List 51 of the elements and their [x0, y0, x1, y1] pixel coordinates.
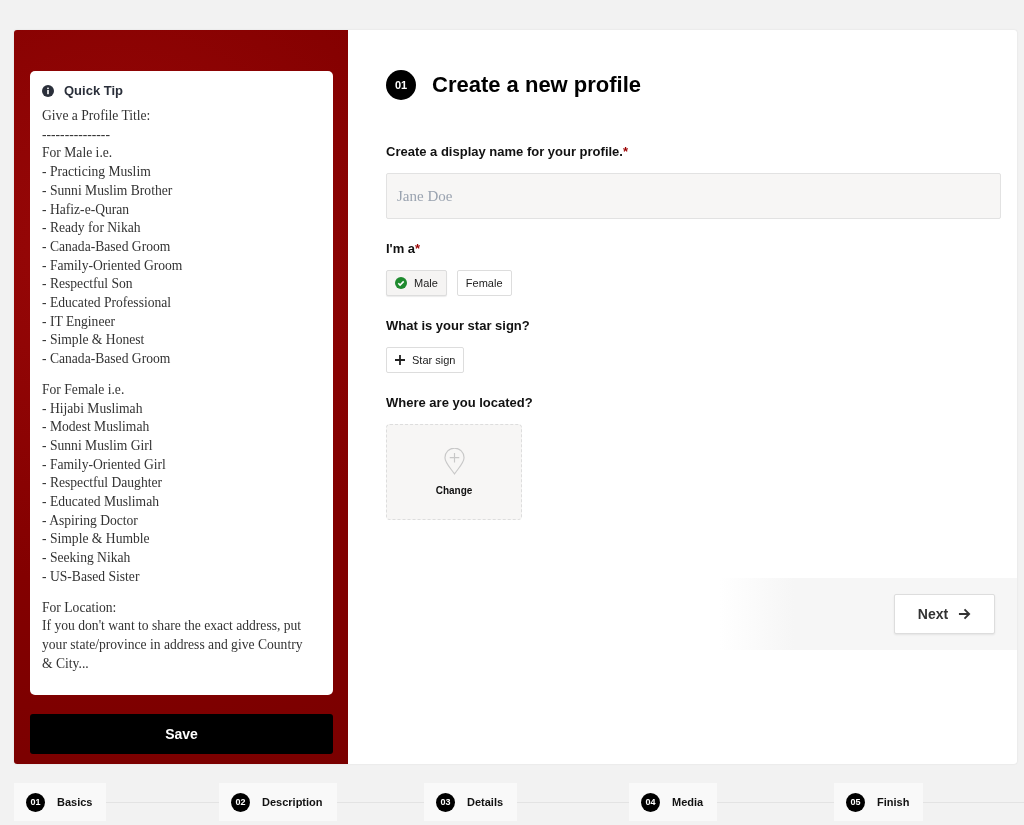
tip-text: For Male i.e. [42, 144, 114, 163]
field-label: Where are you located? [386, 395, 534, 410]
arrow-right-icon [958, 608, 972, 620]
tip-text: - Sunni Muslim Brother [42, 181, 174, 200]
next-button[interactable]: Next [894, 594, 995, 634]
step-tab[interactable]: 05 Finish [834, 783, 924, 821]
tip-text: - Aspiring Doctor [42, 511, 139, 530]
plus-icon [395, 355, 405, 365]
option-button[interactable]: Female [456, 270, 512, 296]
step-tab[interactable]: 01 Basics [14, 783, 107, 821]
tip-text: - Educated Muslimah [42, 493, 161, 512]
tip-text: - Simple & Honest [42, 331, 146, 350]
tip-text: - US-Based Sister [42, 567, 141, 586]
tip-text: - Educated Professional [42, 294, 173, 313]
step-number-badge: 01 [386, 70, 416, 100]
tip-title: Quick Tip [64, 83, 123, 98]
check-icon [395, 277, 407, 289]
tip-text: - Family-Oriented Girl [42, 455, 167, 474]
tip-text: - Canada-Based Groom [42, 237, 172, 256]
tip-text: For Female i.e. [42, 380, 126, 399]
field-label: Create a display name for your profile.* [386, 144, 630, 159]
tip-text: - Practicing Muslim [42, 163, 152, 182]
tip-text: - IT Engineer [42, 312, 116, 331]
page-title: Create a new profile [432, 72, 642, 98]
tip-text: - Sunni Muslim Girl [42, 436, 154, 455]
tip-text: - Seeking Nikah [42, 549, 132, 568]
tip-text: - Hafiz-e-Quran [42, 200, 131, 219]
tip-text: - Modest Muslimah [42, 418, 151, 437]
step-tab[interactable]: 04 Media [629, 783, 718, 821]
tip-text: - Ready for Nikah [42, 219, 142, 238]
field-label: I'm a* [386, 241, 422, 256]
field-label: What is your star sign? [386, 318, 531, 333]
tip-text: - Simple & Humble [42, 530, 151, 549]
location-button[interactable]: Change [386, 424, 522, 520]
map-pin-icon [443, 448, 465, 475]
tip-text: - Respectful Daughter [42, 474, 164, 493]
tip-text: If you don't want to share the exact address, put your state/province in address and give Country & City... [42, 617, 304, 673]
tip-text: For Location: [42, 598, 118, 617]
info-icon [42, 84, 54, 97]
display-name-field[interactable]: Jane Doe [386, 173, 1001, 219]
step-tab[interactable]: 02 Description [219, 783, 337, 821]
tip-text: Give a Profile Title: [42, 107, 152, 125]
step-tab[interactable]: 03 Details [424, 783, 518, 821]
tip-text: - Family-Oriented Groom [42, 256, 184, 275]
tip-text: - Hijabi Muslimah [42, 399, 144, 418]
tip-text: - Respectful Son [42, 275, 134, 294]
tip-text: --------------- [42, 125, 111, 144]
save-button[interactable]: Save [30, 714, 333, 754]
option-button[interactable]: Male [386, 270, 447, 296]
tip-text: - Canada-Based Groom [42, 350, 172, 369]
star-sign-button[interactable]: Star sign [386, 347, 465, 373]
